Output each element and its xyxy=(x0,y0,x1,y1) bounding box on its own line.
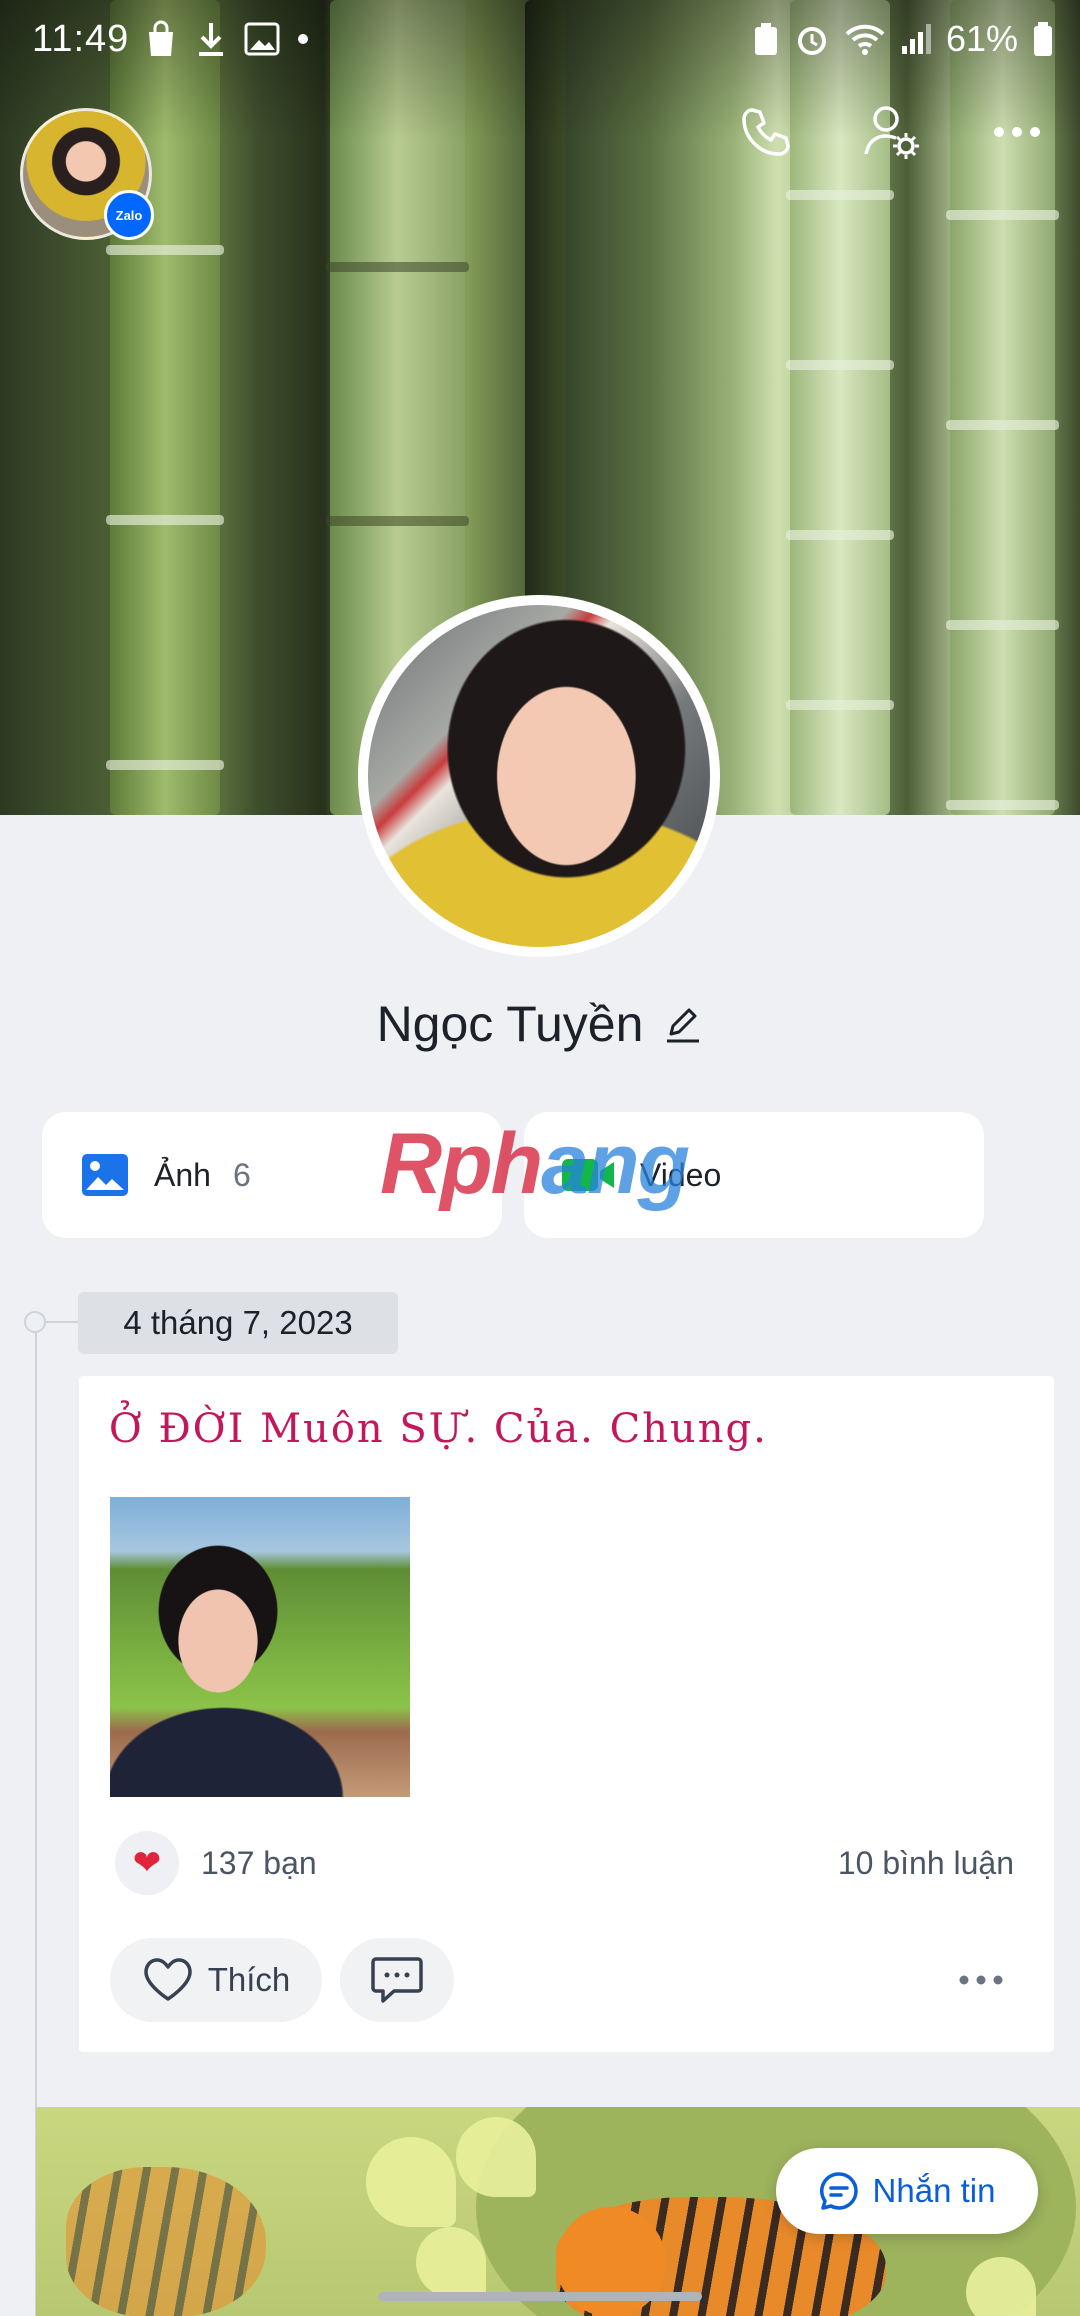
phone-icon xyxy=(742,108,790,156)
download-icon xyxy=(199,23,223,56)
status-time: 11:49 xyxy=(32,18,130,60)
watermark-part2: ang xyxy=(541,1116,690,1212)
gesture-nav-handle[interactable] xyxy=(378,2292,702,2301)
post-photo[interactable] xyxy=(110,1497,410,1797)
chat-bubble-icon xyxy=(819,2172,858,2210)
profile-settings-button[interactable] xyxy=(860,100,924,164)
watermark-part1: Rph xyxy=(380,1116,543,1212)
battery-percent: 61% xyxy=(945,18,1018,59)
heart-reaction-icon: ❤ xyxy=(115,1831,179,1895)
post-date: 4 tháng 7, 2023 xyxy=(78,1292,398,1354)
photos-count: 6 xyxy=(232,1156,251,1193)
post-text: Ở ĐỜI Muôn SỰ. Của. Chung. xyxy=(109,1406,768,1452)
alarm-icon xyxy=(797,27,826,55)
name-row: Ngọc Tuyền xyxy=(0,995,1080,1053)
like-button[interactable]: Thích xyxy=(110,1938,322,2022)
wifi-icon xyxy=(845,24,885,55)
comment-button[interactable] xyxy=(340,1938,454,2022)
watermark-logo: Rphang xyxy=(380,1115,690,1214)
likes-count: 137 bạn xyxy=(201,1844,317,1881)
post-card[interactable]: Ở ĐỜI Muôn SỰ. Của. Chung. ❤ 137 bạn 10 … xyxy=(79,1376,1054,2052)
dot-icon xyxy=(298,34,308,44)
timeline-dot xyxy=(24,1311,46,1333)
recycle-icon xyxy=(754,23,777,55)
more-options-button[interactable] xyxy=(985,100,1049,164)
signal-icon xyxy=(901,24,931,54)
user-settings-icon xyxy=(864,106,919,159)
image-icon xyxy=(244,22,280,56)
heart-outline-icon xyxy=(143,1958,192,2001)
more-horizontal-icon xyxy=(994,127,1040,137)
profile-avatar[interactable] xyxy=(368,605,710,947)
call-button[interactable] xyxy=(734,100,798,164)
zalo-badge: Zalo xyxy=(104,190,154,240)
message-label: Nhắn tin xyxy=(872,2172,996,2209)
post-actions: Thích xyxy=(110,1938,1024,2022)
status-bar: 11:49 61% xyxy=(0,0,1080,80)
shopping-bag-icon xyxy=(149,20,173,56)
profile-name: Ngọc Tuyền xyxy=(376,996,644,1052)
message-button[interactable]: Nhắn tin xyxy=(776,2148,1038,2234)
reactions-row[interactable]: ❤ 137 bạn 10 bình luận xyxy=(115,1831,1014,1895)
post-more-icon[interactable] xyxy=(958,1974,1004,1986)
image-icon xyxy=(82,1154,128,1196)
comments-count[interactable]: 10 bình luận xyxy=(838,1845,1014,1882)
battery-icon xyxy=(1034,22,1052,56)
timeline-tick xyxy=(44,1321,78,1323)
like-label: Thích xyxy=(207,1961,291,1998)
edit-pencil-icon[interactable] xyxy=(663,1004,703,1044)
photos-label: Ảnh xyxy=(154,1156,211,1193)
system-icons: 61% xyxy=(752,18,1054,60)
comment-icon xyxy=(371,1957,423,2003)
notification-icons xyxy=(144,20,308,58)
